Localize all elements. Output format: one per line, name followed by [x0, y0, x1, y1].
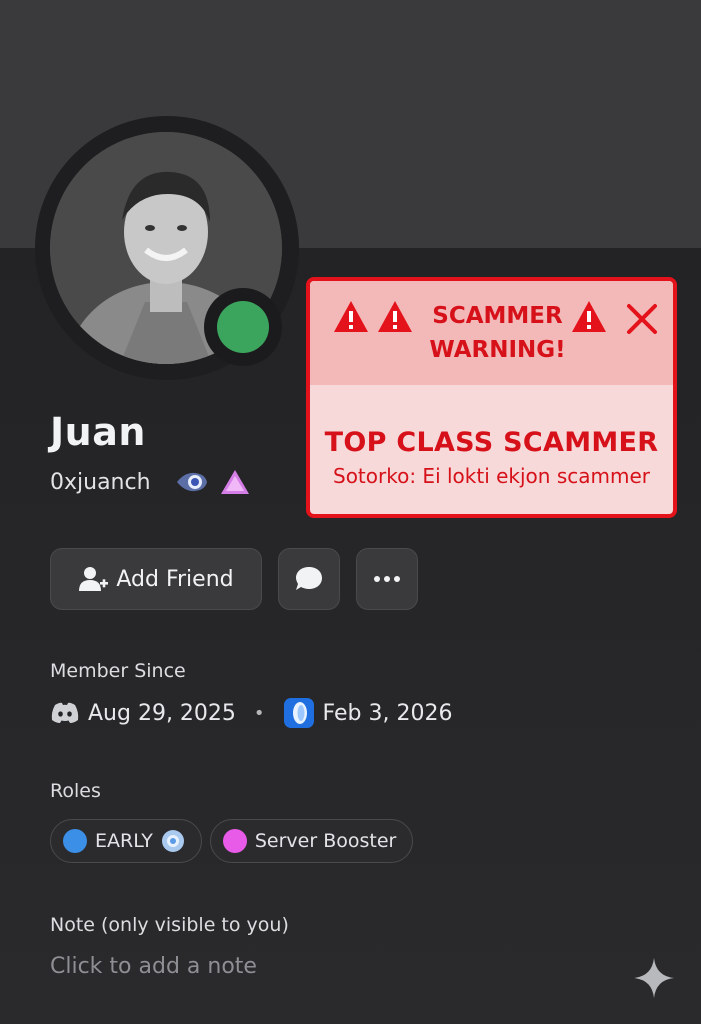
- message-button[interactable]: [278, 548, 340, 610]
- role-name: EARLY: [95, 830, 153, 852]
- role-orb-icon: [161, 830, 184, 852]
- triangle-badge-icon[interactable]: [219, 468, 251, 496]
- discord-join-date: Aug 29, 2025: [88, 700, 236, 726]
- warning-title: SCAMMER WARNING!: [429, 303, 566, 363]
- warning-triangle-icon: [378, 301, 412, 332]
- add-friend-icon: [79, 567, 109, 591]
- role-pill[interactable]: Server Booster: [209, 819, 414, 863]
- sparkle-icon: [634, 958, 674, 998]
- warning-triangle-icon: [334, 301, 368, 332]
- role-color-dot: [222, 829, 247, 853]
- note-input[interactable]: Click to add a note: [50, 954, 257, 979]
- chat-bubble-icon: [296, 567, 322, 590]
- member-since-label: Member Since: [50, 660, 186, 682]
- online-status-indicator: [217, 301, 269, 353]
- close-icon[interactable]: [624, 301, 660, 337]
- add-friend-button[interactable]: Add Friend: [50, 548, 262, 610]
- discord-logo-icon: [51, 702, 79, 723]
- orb-badge-icon[interactable]: [175, 471, 209, 493]
- roles-label: Roles: [50, 780, 101, 802]
- more-options-button[interactable]: [356, 548, 418, 610]
- username: 0xjuanch: [50, 469, 151, 495]
- role-color-dot: [63, 829, 87, 853]
- warning-triangle-icon: [572, 301, 606, 332]
- member-since-row: Aug 29, 2025 • Feb 3, 2026: [50, 696, 452, 730]
- warning-subtext: Sotorko: Ei lokti ekjon scammer: [333, 464, 650, 488]
- server-icon: [283, 698, 314, 728]
- scammer-warning-popup: SCAMMER WARNING! TOP CLASS SCAMMER Sotor…: [306, 277, 677, 518]
- role-pill[interactable]: EARLY: [50, 819, 202, 863]
- profile-actions: Add Friend: [50, 548, 418, 610]
- roles-list: EARLY Server Booster: [50, 819, 414, 863]
- warning-header: SCAMMER WARNING!: [310, 281, 673, 385]
- add-friend-label: Add Friend: [116, 566, 234, 592]
- warning-icons: [332, 299, 414, 335]
- warning-heading: TOP CLASS SCAMMER: [324, 427, 659, 458]
- server-join-date: Feb 3, 2026: [322, 700, 453, 726]
- username-row: 0xjuanch: [50, 466, 251, 498]
- ellipsis-icon: [374, 576, 400, 582]
- date-separator: •: [253, 702, 265, 724]
- role-name: Server Booster: [254, 830, 397, 852]
- display-name: Juan: [50, 410, 146, 454]
- note-label: Note (only visible to you): [50, 914, 289, 936]
- warning-body: TOP CLASS SCAMMER Sotorko: Ei lokti ekjo…: [310, 385, 673, 488]
